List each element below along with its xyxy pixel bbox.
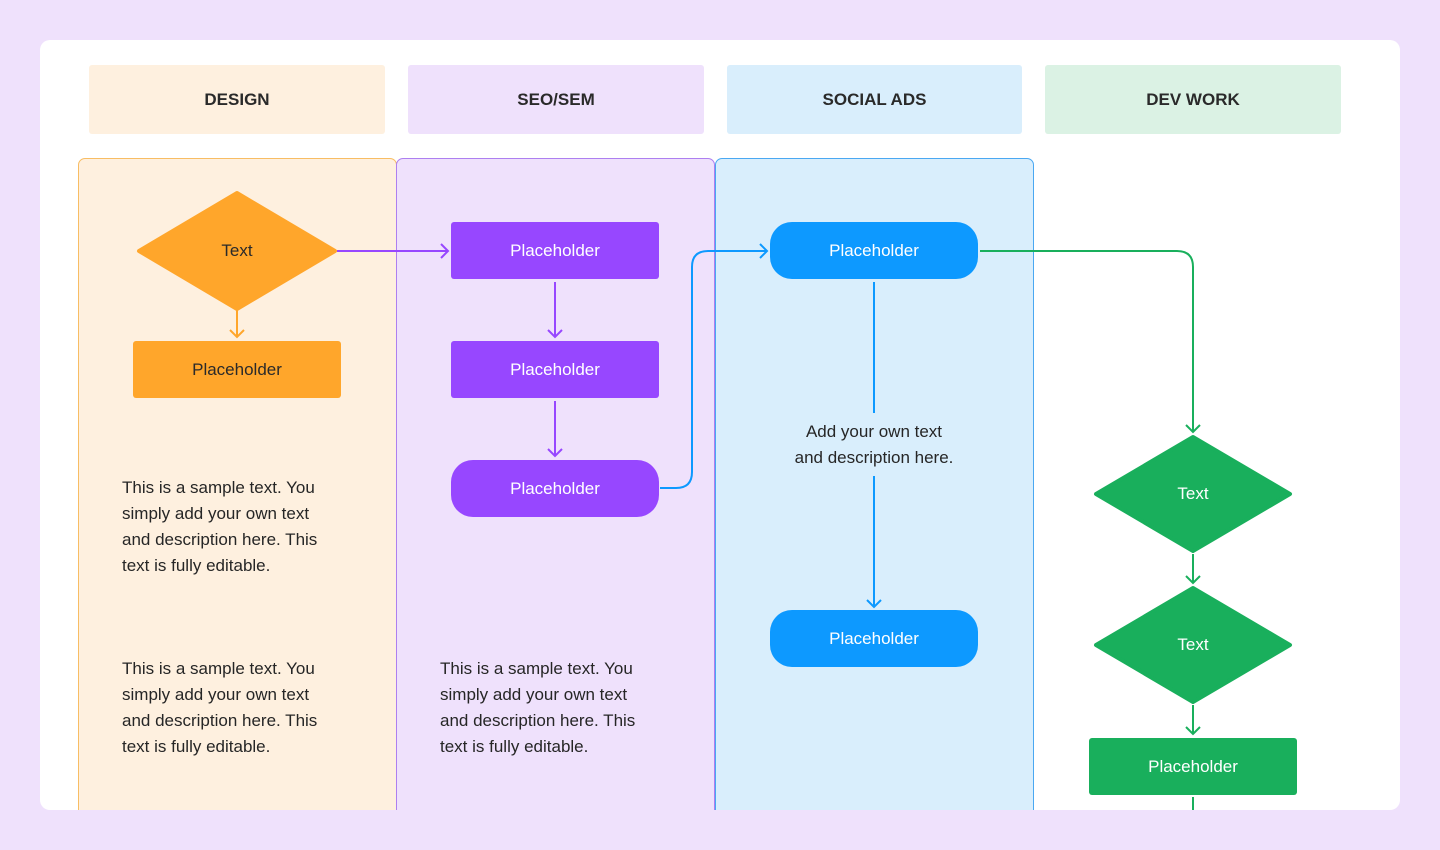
text-line: and description here. This (440, 711, 636, 730)
social-connector-label: Add your own text and description here. (774, 419, 974, 471)
text-line: text is fully editable. (122, 556, 271, 575)
lane-header-seo[interactable]: SEO/SEM (408, 65, 704, 134)
design-description-2: This is a sample text. You simply add yo… (122, 656, 317, 760)
social-placeholder-terminal-2[interactable]: Placeholder (770, 610, 978, 667)
text-line: and description here. This (122, 530, 318, 549)
seo-placeholder-terminal[interactable]: Placeholder (451, 460, 659, 517)
lane-header-design[interactable]: DESIGN (89, 65, 385, 134)
lane-header-social[interactable]: SOCIAL ADS (727, 65, 1022, 134)
lane-header-dev[interactable]: DEV WORK (1045, 65, 1341, 134)
text-line: simply add your own text (440, 685, 628, 704)
seo-placeholder-box-1[interactable]: Placeholder (451, 222, 659, 279)
seo-placeholder-box-2[interactable]: Placeholder (451, 341, 659, 398)
design-description-1: This is a sample text. You simply add yo… (122, 475, 317, 579)
text-line: This is a sample text. You (122, 478, 315, 497)
text-line: simply add your own text (122, 685, 310, 704)
text-line: simply add your own text (122, 504, 310, 523)
dev-placeholder-box[interactable]: Placeholder (1089, 738, 1297, 795)
design-placeholder-box[interactable]: Placeholder (133, 341, 341, 398)
flowchart-canvas: DESIGN SEO/SEM SOCIAL ADS DEV WORK Text … (40, 40, 1400, 810)
dev-diamond-2-label[interactable]: Text (1133, 630, 1253, 660)
social-placeholder-terminal-1[interactable]: Placeholder (770, 222, 978, 279)
text-line: text is fully editable. (122, 737, 271, 756)
text-line: This is a sample text. You (440, 659, 633, 678)
connector-dev-2-to-box (1185, 705, 1201, 736)
text-line: text is fully editable. (440, 737, 589, 756)
text-line: and description here. This (122, 711, 318, 730)
text-line: This is a sample text. You (122, 659, 315, 678)
dev-diamond-1-label[interactable]: Text (1133, 479, 1253, 509)
connector-dev-1-to-2 (1185, 554, 1201, 585)
seo-description: This is a sample text. You simply add yo… (440, 656, 635, 760)
text-line: and description here. (794, 448, 954, 467)
design-diamond-label[interactable]: Text (177, 236, 297, 266)
text-line: Add your own text (805, 422, 943, 441)
